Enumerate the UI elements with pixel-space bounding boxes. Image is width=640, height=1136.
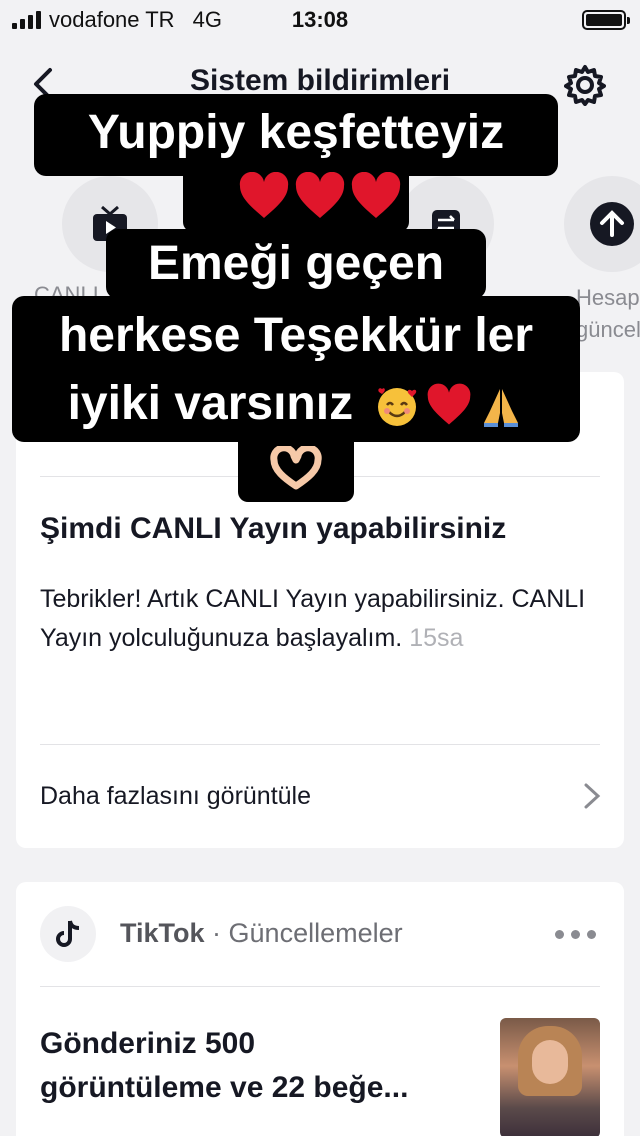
page-title: Sistem bildirimleri [189,64,451,97]
sender-category: Güncellemeler [228,918,403,948]
caption-line-1: Yuppiy keşfetteyiz [34,94,558,176]
smiling-face-with-hearts-icon [378,388,417,427]
hearts-row [0,172,640,220]
caption-line-4-row: iyiki varsınız [12,370,580,438]
category-account-label: Hesap güncelle [576,285,640,342]
caption-lines-3-4: herkese Teşekkür ler iyiki varsınız [12,296,580,442]
card-body: Tebrikler! Artık CANLI Yayın yapabilirsi… [40,580,600,658]
battery-icon [582,10,630,30]
sender-line: TikTok · Güncellemeler [120,918,403,949]
caption-heart-hands-bg [238,436,354,502]
carrier-name: vodafone TR [49,7,175,32]
card2-title-line1: Gönderiniz 500 [40,1027,256,1060]
caption-line-2: Emeği geçen [106,229,486,299]
battery-fill [586,14,622,26]
video-thumbnail[interactable] [500,1018,600,1136]
notification-card-tiktok[interactable]: TikTok · Güncellemeler Gönderiniz 500 gö… [16,882,624,1136]
network-type: 4G [192,7,222,32]
more-options-icon[interactable] [555,930,596,939]
card-title: Şimdi CANLI Yayın yapabilirsiniz [40,512,507,545]
sender-separator: · [204,918,229,948]
caption-line-4: iyiki varsınız [67,377,354,430]
view-more-link[interactable]: Daha fazlasını görüntüle [40,782,311,811]
caption-line-3: herkese Teşekkür ler [58,309,534,362]
tiktok-logo-icon [56,920,80,947]
status-bar: vodafone TR 4G 13:08 [0,0,640,40]
gear-icon[interactable] [564,64,606,106]
red-heart-icon [295,172,345,218]
time-ago: 15sa [409,624,464,652]
card2-title-line2: görüntüleme ve 22 beğe... [40,1071,409,1104]
red-heart-icon [239,172,289,218]
chevron-right-icon[interactable] [580,782,604,810]
heart-hands-icon [270,444,322,490]
red-heart-icon [428,383,471,425]
red-heart-icon [351,172,401,218]
sender-name: TikTok [120,918,205,948]
tiktok-avatar [40,906,96,962]
card-body-text: Tebrikler! Artık CANLI Yayın yapabilirsi… [40,585,586,652]
folded-hands-icon [484,389,519,428]
signal-icon [12,11,41,29]
